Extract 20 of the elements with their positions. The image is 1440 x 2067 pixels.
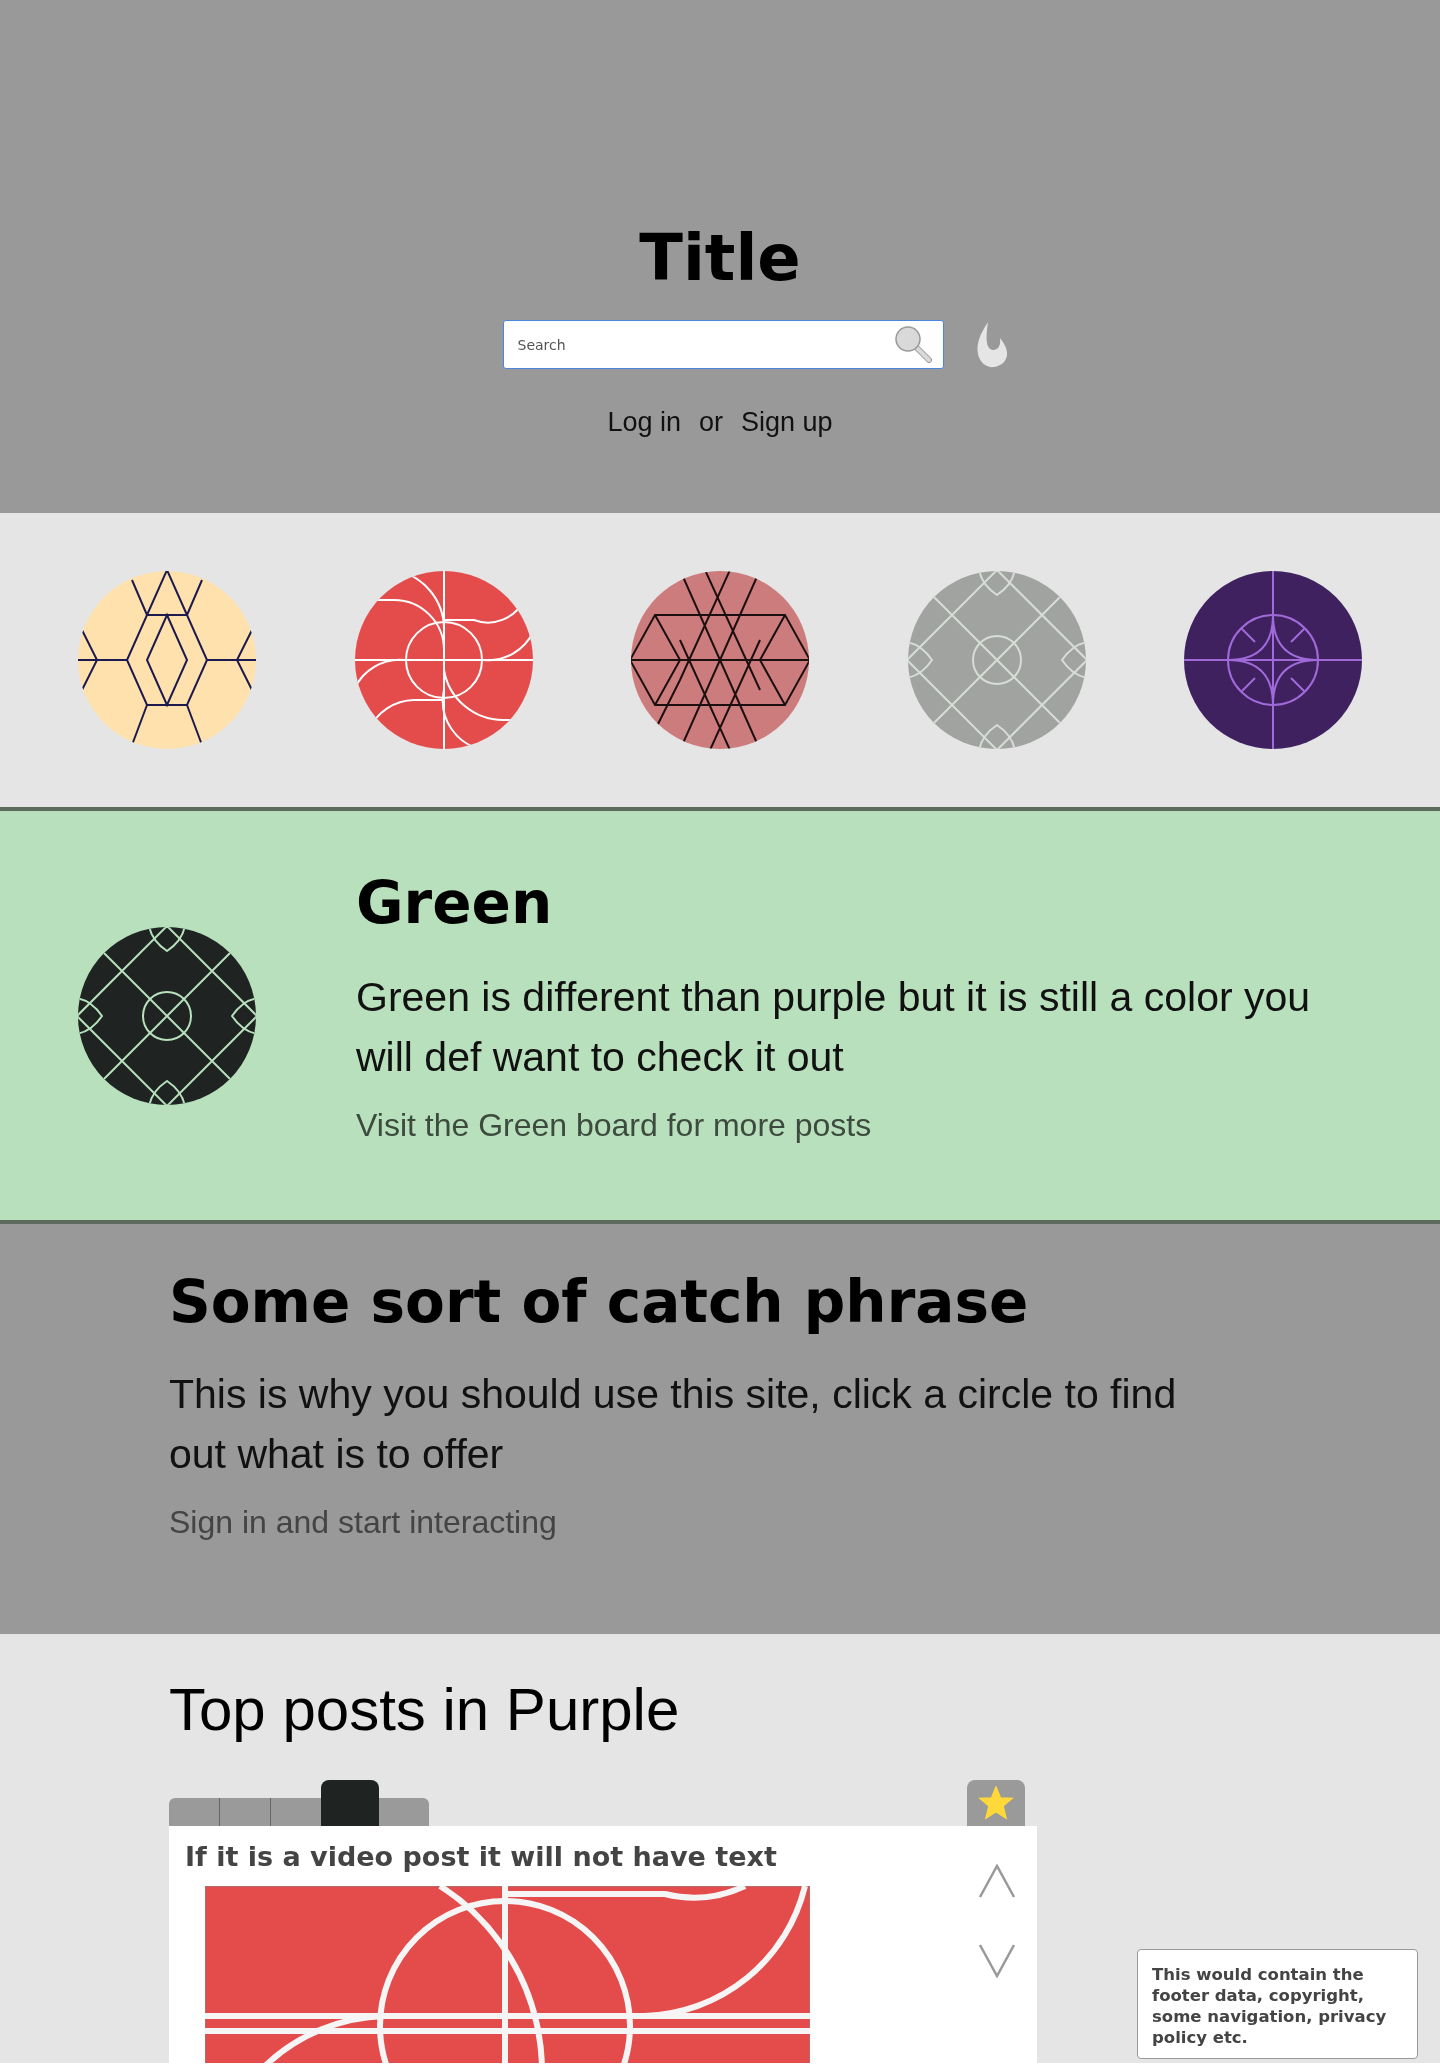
section-heading: Top posts in Purple <box>169 1675 681 1745</box>
flame-icon[interactable] <box>975 321 1008 368</box>
favorite-button[interactable] <box>967 1780 1025 1826</box>
separator-text: or <box>699 407 723 438</box>
board-circle[interactable] <box>1183 570 1363 750</box>
pitch-text: This is why you should use this site, click a circle to find out what is to offer <box>169 1370 1178 1479</box>
sign-in-link[interactable]: Sign in and start interacting <box>169 1504 557 1541</box>
post-title: If it is a video post it will not have text <box>185 1840 778 1874</box>
board-description: Green is different than purple but it is still a color you will def want to check it out <box>356 973 1312 1082</box>
signup-link[interactable]: Sign up <box>741 407 833 438</box>
board-link[interactable]: Visit the Green board for more posts <box>356 1107 872 1144</box>
search-icon[interactable] <box>893 325 932 363</box>
catch-phrase: Some sort of catch phrase <box>169 1267 1030 1338</box>
board-title: Green <box>356 868 554 939</box>
footer-text: This would contain the footer data, copyright, some navigation, privacy policy etc. <box>1137 1949 1418 2059</box>
site-title: Title <box>639 220 801 297</box>
upvote-button[interactable] <box>978 1864 1016 1898</box>
search-field[interactable]: Search <box>502 320 944 369</box>
downvote-button[interactable] <box>978 1944 1016 1978</box>
login-link[interactable]: Log in <box>607 407 681 438</box>
